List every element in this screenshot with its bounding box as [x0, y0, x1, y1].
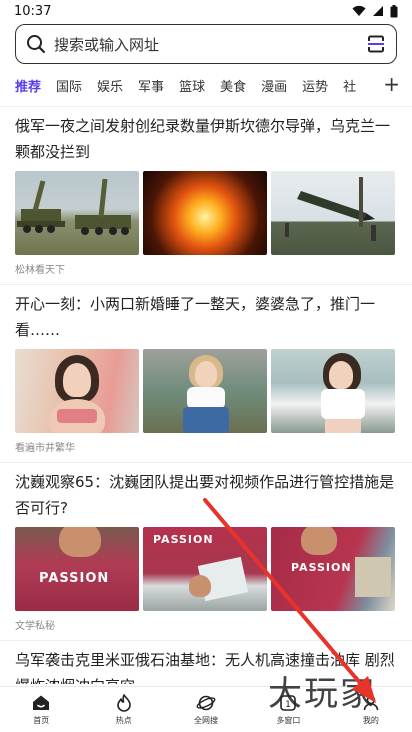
article-source: 文学私秘 [15, 621, 55, 632]
tab-military[interactable]: 军事 [138, 76, 164, 95]
photo-image [143, 349, 267, 433]
nav-hot[interactable]: 热点 [82, 687, 164, 732]
nav-label: 热点 [115, 716, 132, 725]
nav-label: 全网搜 [194, 716, 219, 725]
article-title[interactable]: 俄军一夜之间发射创纪录数量伊斯坎德尔导弹，乌克兰一颗都没拦到 [15, 113, 397, 165]
tab-recommend[interactable]: 推荐 [15, 76, 41, 95]
photo-image [271, 349, 395, 433]
nav-label: 多窗口 [276, 716, 301, 725]
wifi-icon [352, 5, 366, 16]
nav-label: 首页 [33, 716, 50, 725]
search-input[interactable]: 搜索或输入网址 [54, 34, 366, 55]
missile-launcher-image [15, 171, 139, 255]
shirt-print-text: PASSION [291, 561, 352, 574]
article-source: 看遍市井繁华 [15, 443, 75, 454]
tab-fortune[interactable]: 运势 [302, 76, 328, 95]
article-title[interactable]: 开心一刻：小两口新婚睡了一整天，婆婆急了，推门一看…… [15, 291, 397, 343]
article-card[interactable]: 俄军一夜之间发射创纪录数量伊斯坎德尔导弹，乌克兰一颗都没拦到 松林看天下 [0, 107, 412, 285]
shirt-print-text: PASSION [39, 571, 110, 586]
tab-entertainment[interactable]: 娱乐 [97, 76, 123, 95]
status-time: 10:37 [14, 3, 52, 19]
nav-label: 我的 [362, 716, 379, 725]
article-card[interactable]: 沈巍观察65：沈巍团队提出要对视频作品进行管控措施是否可行? PASSION P… [0, 463, 412, 641]
search-bar[interactable]: 搜索或输入网址 [15, 24, 397, 64]
nav-search-all[interactable]: 全网搜 [165, 687, 247, 732]
status-bar: 10:37 [0, 0, 412, 22]
nav-home[interactable]: 首页 [0, 687, 82, 732]
tab-society[interactable]: 社 [343, 76, 356, 95]
article-title[interactable]: 沈巍观察65：沈巍团队提出要对视频作品进行管控措施是否可行? [15, 469, 397, 521]
tab-basketball[interactable]: 篮球 [179, 76, 205, 95]
flame-icon [116, 694, 131, 712]
photo-image: PASSION [15, 527, 139, 611]
add-tab-icon[interactable]: + [383, 74, 400, 94]
photo-image [15, 349, 139, 433]
article-thumbnails [15, 349, 397, 433]
watermark-text: 大玩家 [268, 674, 376, 714]
article-thumbnails: PASSION PASSION PASSION [15, 527, 397, 611]
photo-image: PASSION [271, 527, 395, 611]
photo-image: PASSION [143, 527, 267, 611]
missile-image [271, 171, 395, 255]
tab-international[interactable]: 国际 [56, 76, 82, 95]
tab-comics[interactable]: 漫画 [261, 76, 287, 95]
search-icon [27, 35, 46, 54]
battery-icon [390, 4, 398, 17]
article-card[interactable]: 开心一刻：小两口新婚睡了一整天，婆婆急了，推门一看…… 看遍市井繁华 [0, 285, 412, 463]
scan-icon[interactable] [366, 34, 386, 54]
article-source: 松林看天下 [15, 265, 65, 276]
home-icon [33, 695, 50, 710]
signal-icon [373, 6, 383, 16]
article-thumbnails [15, 171, 397, 255]
news-feed[interactable]: 俄军一夜之间发射创纪录数量伊斯坎德尔导弹，乌克兰一颗都没拦到 松林看天下 开心一… [0, 106, 412, 684]
shirt-print-text: PASSION [153, 533, 214, 546]
channel-tabs: 推荐 国际 娱乐 军事 篮球 美食 漫画 运势 社 + [0, 70, 412, 100]
planet-icon [196, 695, 216, 711]
tab-food[interactable]: 美食 [220, 76, 246, 95]
explosion-image [143, 171, 267, 255]
